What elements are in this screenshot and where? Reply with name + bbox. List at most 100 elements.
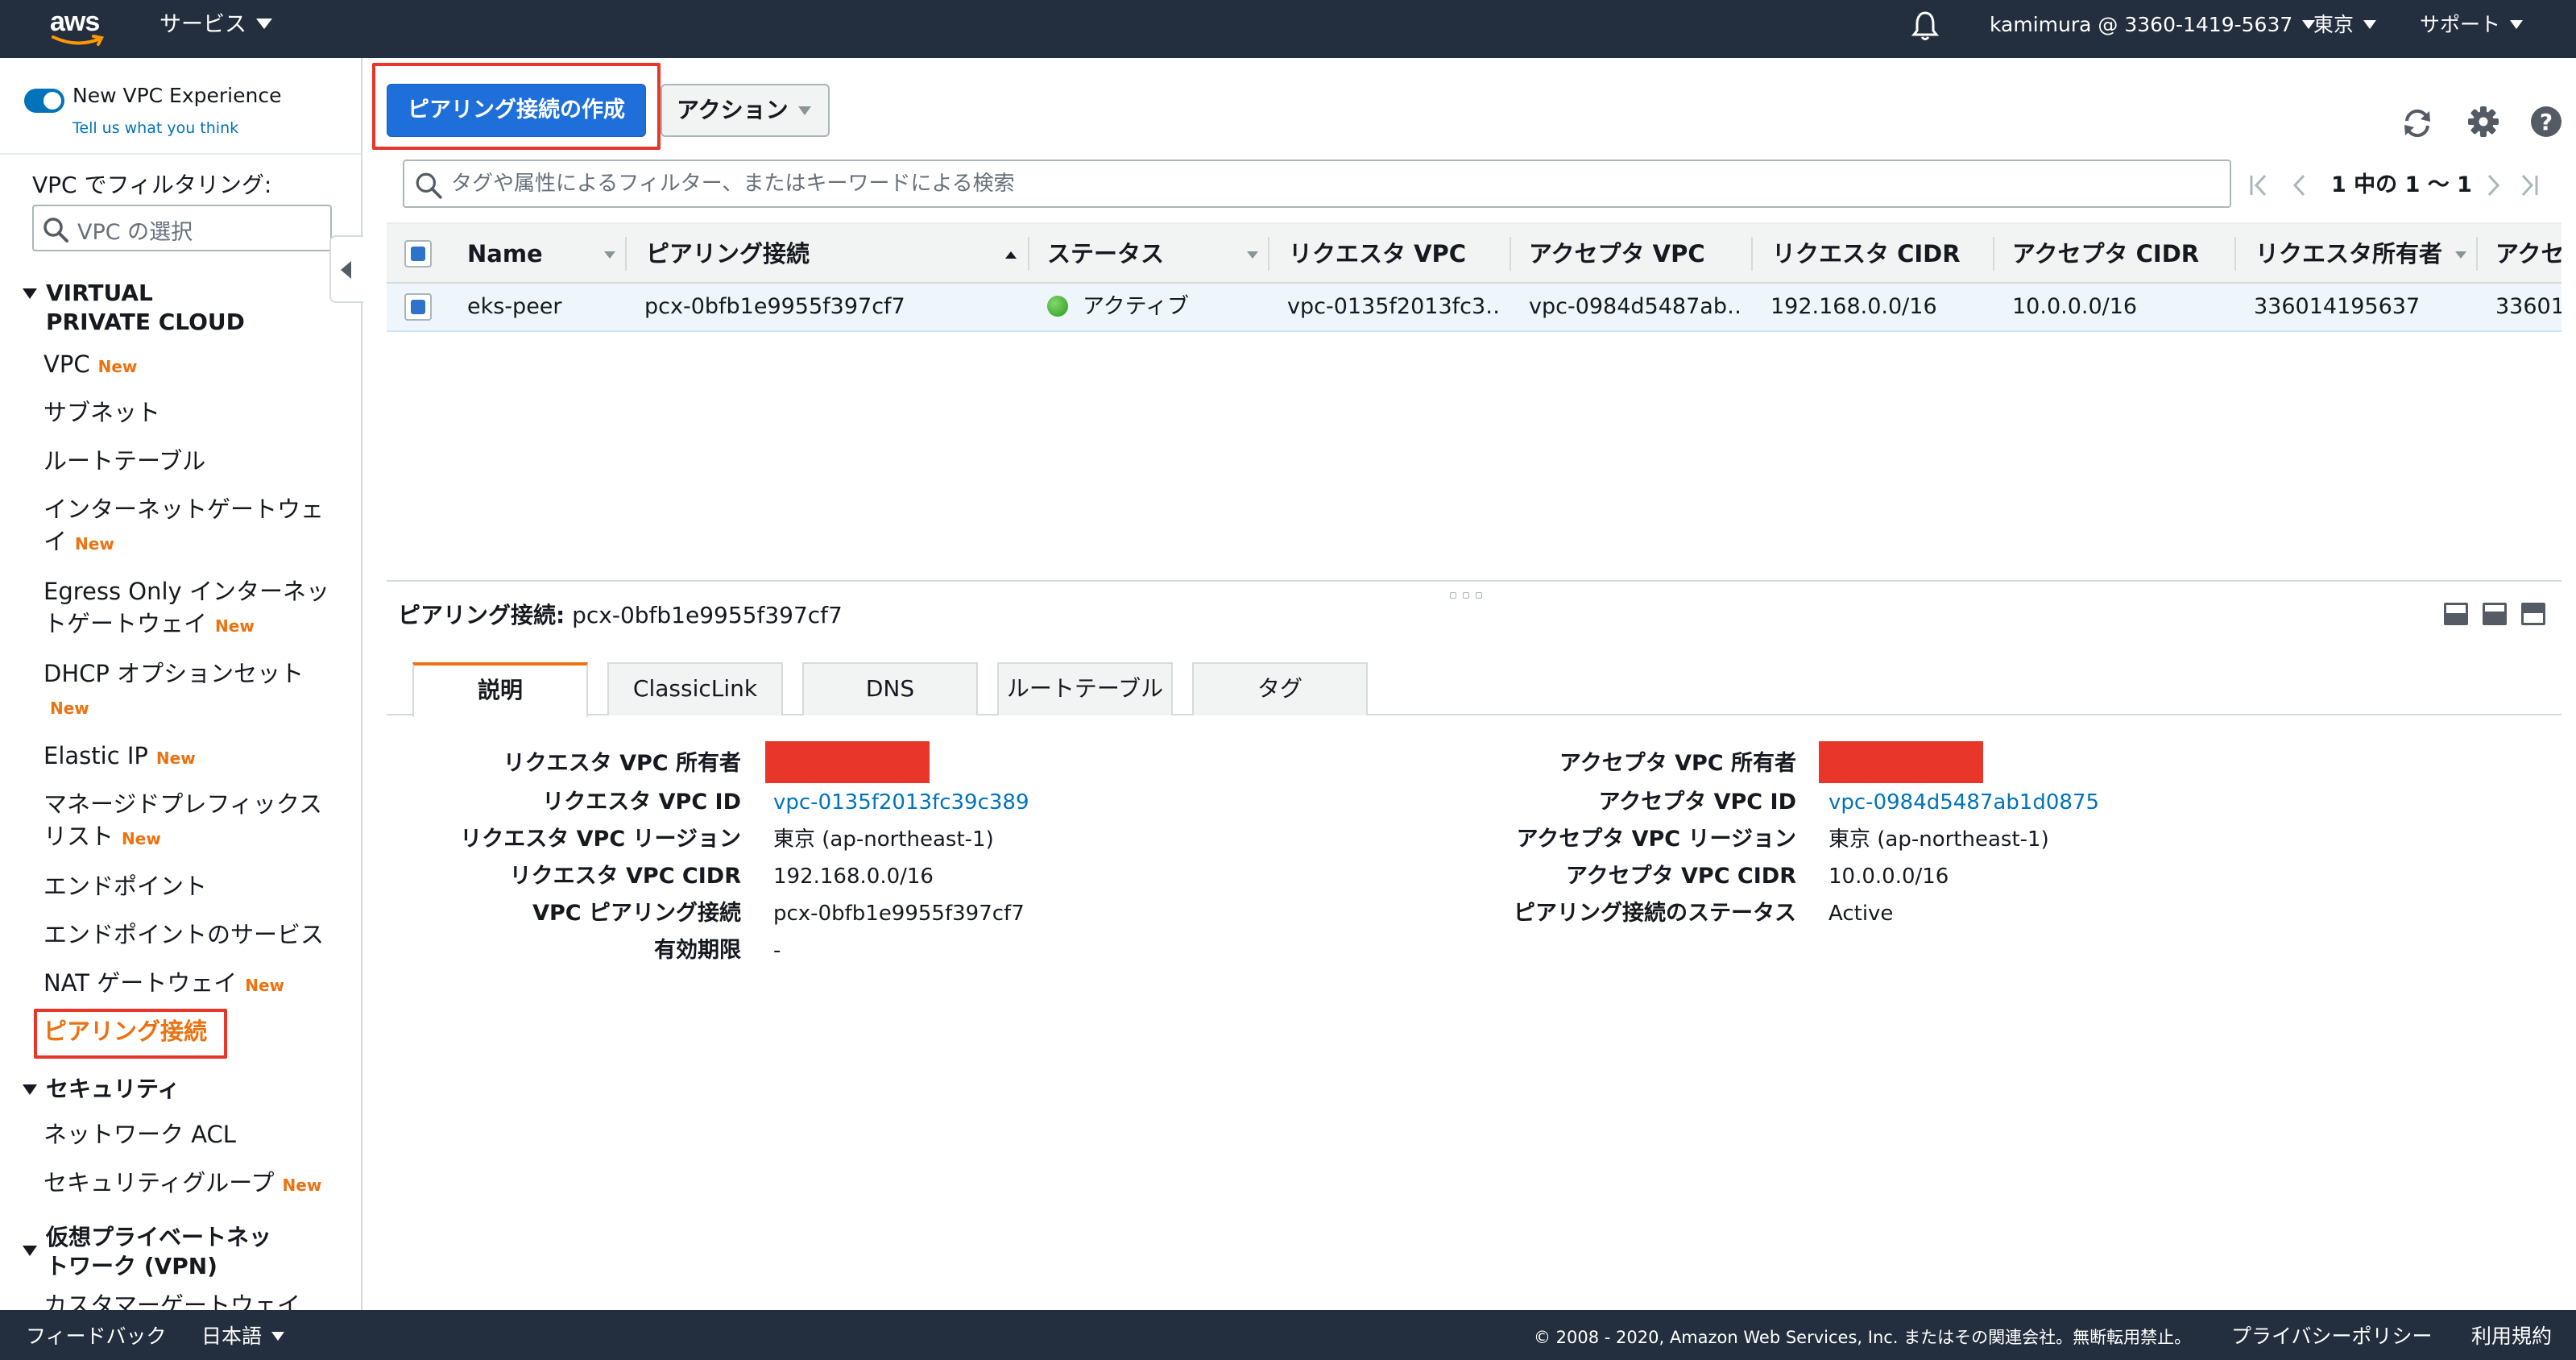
sidebar-item-managed-prefix-lists[interactable]: マネージドプレフィックスリスト New — [43, 788, 342, 855]
last-page-icon[interactable] — [2516, 171, 2541, 200]
status-text: アクティブ — [1083, 294, 1190, 319]
cell-accepter-cidr: 10.0.0.0/16 — [2012, 294, 2138, 319]
new-badge: New — [245, 976, 284, 995]
cell-requester-owner: 336014195637 — [2254, 294, 2421, 319]
sidebar-item-customer-gateways[interactable]: カスタマーゲートウェイ — [43, 1289, 300, 1310]
sidebar-item-security-groups[interactable]: セキュリティグループ New — [43, 1167, 321, 1201]
tab-classiclink[interactable]: ClassicLink — [607, 662, 783, 715]
column-header-requester-vpc[interactable]: リクエスタ VPC — [1289, 224, 1466, 284]
search-input[interactable] — [451, 166, 2207, 201]
create-peering-connection-button[interactable]: ピアリング接続の作成 — [387, 84, 646, 137]
sidebar-item-label: Egress Only インターネットゲートウェイ — [43, 578, 329, 637]
sidebar-item-endpoint-services[interactable]: エンドポイントのサービス — [43, 918, 324, 951]
tab-route-tables[interactable]: ルートテーブル — [997, 662, 1173, 715]
column-header-peering-connection[interactable]: ピアリング接続 — [646, 224, 810, 284]
section-virtual-private-cloud[interactable]: VIRTUAL PRIVATE CLOUD — [23, 279, 264, 337]
pane-maximize-bottom-icon[interactable] — [2444, 603, 2468, 625]
first-page-icon[interactable] — [2247, 171, 2272, 200]
sidebar-collapse-button[interactable] — [329, 235, 363, 303]
chevron-down-icon — [271, 1332, 285, 1341]
accepter-vpc-region: 東京 (ap-northeast-1) — [1828, 827, 2049, 852]
next-page-icon[interactable] — [2481, 171, 2505, 200]
detail-tabs: 説明 ClassicLink DNS ルートテーブル タグ — [387, 661, 2562, 717]
sidebar-item-nat-gateways[interactable]: NAT ゲートウェイ New — [43, 967, 284, 1001]
column-header-accepter-cidr[interactable]: アクセプタ CIDR — [2012, 224, 2199, 284]
new-vpc-experience-toggle[interactable] — [24, 89, 64, 113]
requester-vpc-id-link[interactable]: vpc-0135f2013fc39c389 — [773, 785, 1029, 820]
copyright-text: © 2008 - 2020, Amazon Web Services, Inc.… — [1534, 1328, 2192, 1347]
sidebar-item-peering-connections[interactable]: ピアリング接続 — [43, 1015, 207, 1047]
column-separator — [1028, 237, 1029, 271]
table-row[interactable]: eks-peer pcx-0bfb1e9955f397cf7 アクティブ vpc… — [387, 284, 2562, 332]
pane-splitter[interactable] — [387, 580, 2562, 582]
section-vpn[interactable]: 仮想プライベートネットワーク (VPN) — [23, 1223, 288, 1281]
sort-ascending-icon — [1005, 251, 1017, 259]
new-badge: New — [122, 829, 161, 848]
column-header-accepter-vpc[interactable]: アクセプタ VPC — [1529, 224, 1705, 284]
row-checkbox[interactable] — [404, 293, 432, 321]
aws-logo[interactable]: aws — [50, 6, 108, 48]
divider — [0, 153, 361, 155]
pane-maximize-top-icon[interactable] — [2521, 603, 2545, 625]
section-security[interactable]: セキュリティ — [23, 1075, 180, 1104]
label-peering-status: ピアリング接続のステータス — [1514, 901, 1796, 926]
new-badge: New — [50, 699, 89, 718]
tab-description[interactable]: 説明 — [412, 662, 588, 717]
column-header-status[interactable]: ステータス — [1047, 224, 1164, 284]
settings-gear-icon[interactable] — [2466, 105, 2500, 139]
actions-button[interactable]: アクション — [661, 84, 830, 137]
table-header: Name ピアリング接続 ステータス リクエスタ VPC アクセプタ VPC リ… — [387, 222, 2562, 284]
select-all-checkbox[interactable] — [404, 240, 432, 267]
feedback-link[interactable]: フィードバック — [26, 1310, 167, 1360]
sidebar-item-label: Elastic IP — [43, 742, 148, 769]
sidebar-item-elastic-ip[interactable]: Elastic IP New — [43, 740, 196, 774]
sidebar-item-label: セキュリティグループ — [43, 1169, 275, 1196]
search-filter[interactable] — [403, 160, 2231, 208]
sidebar-item-label: VPC — [43, 350, 90, 378]
sidebar-item-vpc[interactable]: VPC New — [43, 348, 137, 383]
privacy-policy-link[interactable]: プライバシーポリシー — [2231, 1310, 2433, 1360]
region-menu[interactable]: 東京 — [2313, 0, 2377, 58]
tab-dns[interactable]: DNS — [802, 662, 978, 715]
services-menu[interactable]: サービス — [159, 0, 272, 58]
sidebar-item-route-tables[interactable]: ルートテーブル — [43, 445, 205, 477]
terms-link[interactable]: 利用規約 — [2471, 1310, 2552, 1360]
sidebar-item-label: ルートテーブル — [43, 447, 206, 475]
column-header-requester-cidr[interactable]: リクエスタ CIDR — [1772, 224, 1961, 284]
accepter-vpc-id-link[interactable]: vpc-0984d5487ab1d0875 — [1828, 785, 2099, 820]
language-menu[interactable]: 日本語 — [201, 1310, 285, 1360]
sort-caret-icon — [1247, 251, 1258, 259]
column-header-name[interactable]: Name — [467, 224, 543, 284]
sidebar-item-label: NAT ゲートウェイ — [43, 969, 238, 997]
sidebar-item-internet-gateways[interactable]: インターネットゲートウェイ New — [43, 493, 325, 560]
feedback-link[interactable]: Tell us what you think — [72, 119, 238, 137]
redacted-requester-owner — [765, 741, 930, 783]
bell-icon[interactable] — [1911, 10, 1940, 42]
new-badge: New — [215, 616, 255, 636]
sidebar-item-egress-only-igw[interactable]: Egress Only インターネットゲートウェイ New — [43, 575, 342, 642]
sidebar-item-endpoints[interactable]: エンドポイント — [43, 870, 207, 902]
chevron-down-icon — [2510, 20, 2524, 29]
support-menu[interactable]: サポート — [2420, 0, 2524, 58]
cell-peering-id: pcx-0bfb1e9955f397cf7 — [644, 294, 905, 319]
pane-split-icon[interactable] — [2483, 603, 2507, 625]
vpc-filter-select[interactable]: VPC の選択 — [32, 205, 332, 251]
account-menu[interactable]: kamimura @ 3360-1419-5637 — [1990, 0, 2316, 58]
vpc-filter-label: VPC でフィルタリング: — [32, 172, 272, 198]
detail-title-value: pcx-0bfb1e9955f397cf7 — [572, 602, 843, 628]
previous-page-icon[interactable] — [2288, 171, 2312, 200]
help-icon[interactable]: ? — [2529, 105, 2563, 139]
svg-text:?: ? — [2540, 109, 2553, 135]
tab-tags[interactable]: タグ — [1192, 662, 1368, 715]
column-header-accepter-owner[interactable]: アクセ — [2495, 224, 2562, 284]
refresh-icon[interactable] — [2400, 106, 2434, 140]
requester-vpc-cidr: 192.168.0.0/16 — [773, 865, 934, 889]
splitter-grip-icon[interactable] — [1450, 587, 1498, 599]
top-navigation-bar: aws サービス kamimura @ 3360-1419-5637 東京 サポ… — [0, 0, 2576, 58]
sidebar-item-subnets[interactable]: サブネット — [43, 396, 160, 429]
label-requester-vpc-owner: リクエスタ VPC 所有者 — [503, 751, 741, 776]
column-header-requester-owner[interactable]: リクエスタ所有者 — [2255, 224, 2442, 284]
sidebar-item-network-acls[interactable]: ネットワーク ACL — [43, 1118, 236, 1151]
sidebar-item-dhcp-options[interactable]: DHCP オプションセット New — [43, 657, 325, 724]
sidebar-item-label: カスタマーゲートウェイ — [43, 1292, 301, 1310]
